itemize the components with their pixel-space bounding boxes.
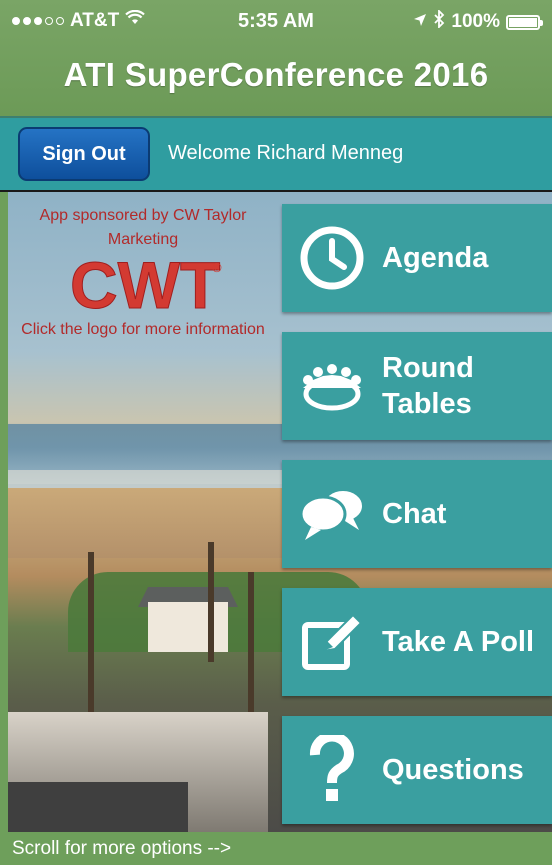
menu-item-label: Chat bbox=[382, 498, 447, 530]
more-info-text[interactable]: Click the logo for more information bbox=[14, 318, 272, 342]
edit-pencil-icon bbox=[282, 609, 382, 675]
menu-item-questions[interactable]: Questions bbox=[282, 716, 552, 824]
bluetooth-icon bbox=[433, 8, 445, 34]
sponsor-text: App sponsored by CW Taylor Marketing bbox=[39, 207, 247, 248]
menu-item-agenda[interactable]: Agenda bbox=[282, 204, 552, 312]
menu-item-label: Take A Poll bbox=[382, 626, 535, 658]
menu-item-label: Questions bbox=[382, 754, 524, 786]
scroll-hint-bar: Scroll for more options --> bbox=[0, 832, 552, 865]
status-right: 100% bbox=[413, 8, 543, 34]
menu-item-chat[interactable]: Chat bbox=[282, 460, 552, 568]
logo-text: CWT bbox=[70, 250, 220, 314]
battery-percent: 100% bbox=[451, 11, 500, 32]
welcome-text: Welcome Richard Menneg bbox=[168, 142, 404, 164]
logo-mark: ® bbox=[212, 260, 222, 275]
question-mark-icon bbox=[282, 735, 382, 805]
menu-item-label: Round Tables bbox=[382, 352, 474, 420]
cwt-logo[interactable]: CWT ® bbox=[64, 248, 230, 323]
clock-icon bbox=[282, 225, 382, 291]
scroll-hint-text: Scroll for more options --> bbox=[12, 838, 232, 859]
menu-item-label: Agenda bbox=[382, 242, 489, 274]
battery-icon bbox=[506, 14, 543, 30]
title-bar: AT&T 5:35 AM 100% ATI SuperConference 20… bbox=[0, 0, 552, 116]
app-screen: AT&T 5:35 AM 100% ATI SuperConference 20… bbox=[0, 0, 552, 865]
sign-out-button[interactable]: Sign Out bbox=[18, 127, 150, 181]
chat-bubbles-icon bbox=[282, 484, 382, 544]
app-title: ATI SuperConference 2016 bbox=[63, 56, 489, 93]
menu-item-round-tables[interactable]: Round Tables bbox=[282, 332, 552, 440]
status-bar: AT&T 5:35 AM 100% bbox=[0, 6, 552, 36]
location-arrow-icon bbox=[413, 11, 427, 33]
menu-item-take-a-poll[interactable]: Take A Poll bbox=[282, 588, 552, 696]
user-bar: Sign Out Welcome Richard Menneg bbox=[0, 116, 552, 192]
round-table-icon bbox=[282, 358, 382, 414]
